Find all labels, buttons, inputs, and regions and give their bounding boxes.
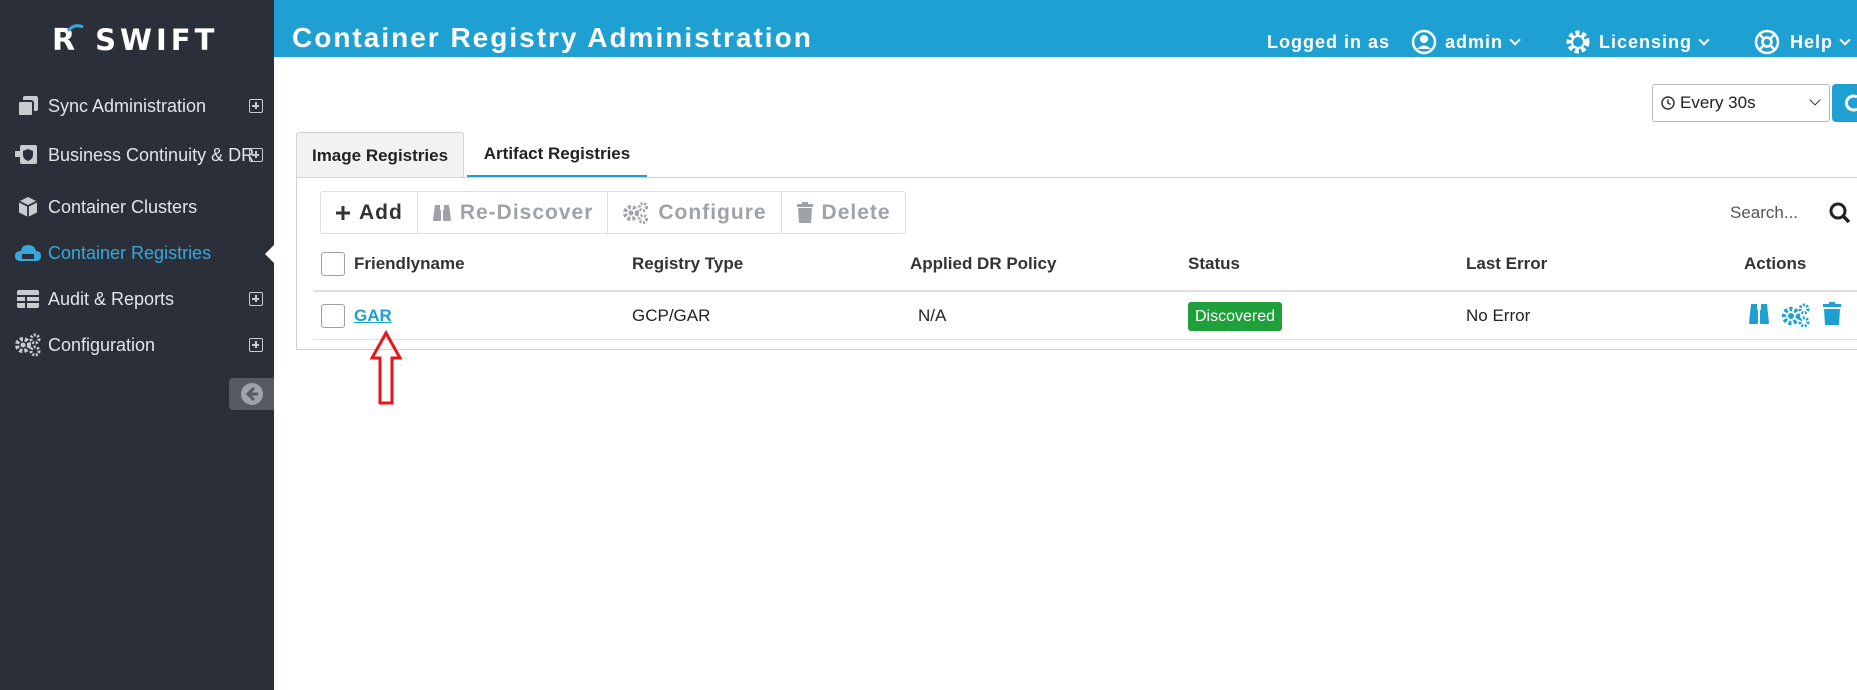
registry-name-link[interactable]: GAR (354, 305, 392, 327)
chevron-down-icon (1698, 33, 1710, 46)
user-menu[interactable]: admin (1411, 28, 1521, 56)
active-indicator (265, 245, 274, 263)
top-header: Container Registry Administration Logged… (274, 0, 1857, 57)
last-error-cell: No Error (1466, 306, 1531, 325)
refresh-icon (1844, 94, 1857, 112)
tab-artifact-registries[interactable]: Artifact Registries (467, 132, 647, 178)
column-header-actions: Actions (1744, 254, 1807, 273)
toolbar: Add Re-Discover Configure Delete (320, 191, 906, 234)
logo-text: SWIFT (95, 23, 219, 57)
chevron-down-icon (1839, 33, 1851, 46)
column-header-registry-type[interactable]: Registry Type (632, 253, 743, 275)
table-row-divider (313, 339, 1857, 340)
sidebar-item-label: Sync Administration (48, 95, 207, 116)
rediscover-button-label: Re-Discover (459, 200, 594, 224)
delete-button[interactable]: Delete (782, 192, 905, 233)
logo[interactable]: R SWIFT (52, 18, 218, 62)
add-button-label: Add (359, 200, 403, 224)
registry-type-cell: GCP/GAR (632, 306, 711, 325)
chevron-down-icon (1809, 94, 1821, 106)
sidebar-item-configuration[interactable]: Configuration (0, 325, 274, 365)
sidebar-collapse-button[interactable] (229, 378, 274, 410)
logo-swoosh-icon (66, 24, 84, 32)
life-ring-icon (1754, 29, 1780, 55)
trash-icon[interactable] (1822, 302, 1842, 326)
refresh-button[interactable] (1832, 84, 1857, 122)
sidebar-item-sync-administration[interactable]: Sync Administration (0, 86, 274, 126)
select-all-checkbox[interactable] (321, 252, 345, 276)
dr-policy-cell: N/A (918, 306, 947, 325)
status-badge: Discovered (1188, 302, 1283, 331)
refresh-interval-value: Every 30s (1680, 93, 1756, 112)
column-header-status[interactable]: Status (1188, 253, 1240, 275)
expand-icon[interactable] (249, 292, 263, 306)
sidebar-item-container-clusters[interactable]: Container Clusters (0, 187, 274, 227)
add-button[interactable]: Add (321, 192, 418, 233)
page-title: Container Registry Administration (292, 22, 813, 53)
configure-gears-icon[interactable] (1781, 302, 1811, 328)
sidebar-item-label: Business Continuity & DR (48, 144, 255, 165)
sidebar-item-business-continuity[interactable]: Business Continuity & DR (0, 135, 274, 175)
column-header-dr-policy[interactable]: Applied DR Policy (910, 253, 1056, 275)
app-window: R SWIFT Sync Administration Business Con… (0, 0, 1857, 690)
user-name: admin (1445, 31, 1504, 52)
sidebar-item-label: Configuration (48, 334, 156, 355)
column-header-last-error[interactable]: Last Error (1466, 253, 1547, 275)
licensing-label: Licensing (1599, 31, 1693, 52)
configure-button[interactable]: Configure (608, 192, 782, 233)
sidebar-item-label: Container Clusters (48, 196, 198, 217)
search-input[interactable] (1730, 203, 1816, 223)
search-icon[interactable] (1829, 202, 1851, 224)
sidebar-item-audit-reports[interactable]: Audit & Reports (0, 279, 274, 319)
binoculars-icon (432, 204, 452, 222)
licensing-menu[interactable]: Licensing (1565, 28, 1710, 56)
sidebar-item-container-registries[interactable]: Container Registries (0, 233, 274, 273)
sidebar-item-label: Audit & Reports (48, 288, 175, 309)
table-icon (13, 286, 43, 312)
table-header-divider (313, 290, 1857, 292)
chevron-down-icon (1509, 33, 1521, 46)
refresh-interval-select[interactable]: Every 30s (1652, 84, 1830, 122)
shield-icon (13, 142, 43, 168)
cube-icon (13, 194, 43, 220)
sidebar: R SWIFT Sync Administration Business Con… (0, 0, 274, 690)
expand-icon[interactable] (249, 99, 263, 113)
expand-icon[interactable] (249, 338, 263, 352)
cloud-icon (13, 240, 43, 266)
help-label: Help (1790, 31, 1834, 52)
copy-icon (13, 93, 43, 119)
sidebar-item-label: Container Registries (48, 242, 212, 263)
annotation-arrow-up-icon (370, 330, 402, 405)
clock-icon (1661, 96, 1675, 110)
tab-image-registries[interactable]: Image Registries (296, 132, 464, 178)
row-checkbox[interactable] (321, 304, 345, 328)
search-box (1730, 195, 1857, 231)
delete-button-label: Delete (821, 200, 891, 224)
gears-icon (13, 332, 43, 358)
rediscover-button[interactable]: Re-Discover (418, 192, 609, 233)
logged-in-label: Logged in as (1267, 31, 1391, 52)
arrow-left-circle-icon (240, 383, 263, 405)
trash-icon (796, 201, 814, 224)
gears-icon (622, 201, 650, 224)
configure-button-label: Configure (658, 200, 767, 224)
user-circle-icon (1411, 29, 1437, 55)
expand-icon[interactable] (249, 148, 263, 162)
plus-icon (335, 205, 351, 221)
column-header-friendlyname[interactable]: Friendlyname (354, 253, 465, 275)
help-menu[interactable]: Help (1754, 28, 1851, 56)
binoculars-icon[interactable] (1747, 302, 1771, 326)
gear-icon (1566, 30, 1590, 54)
